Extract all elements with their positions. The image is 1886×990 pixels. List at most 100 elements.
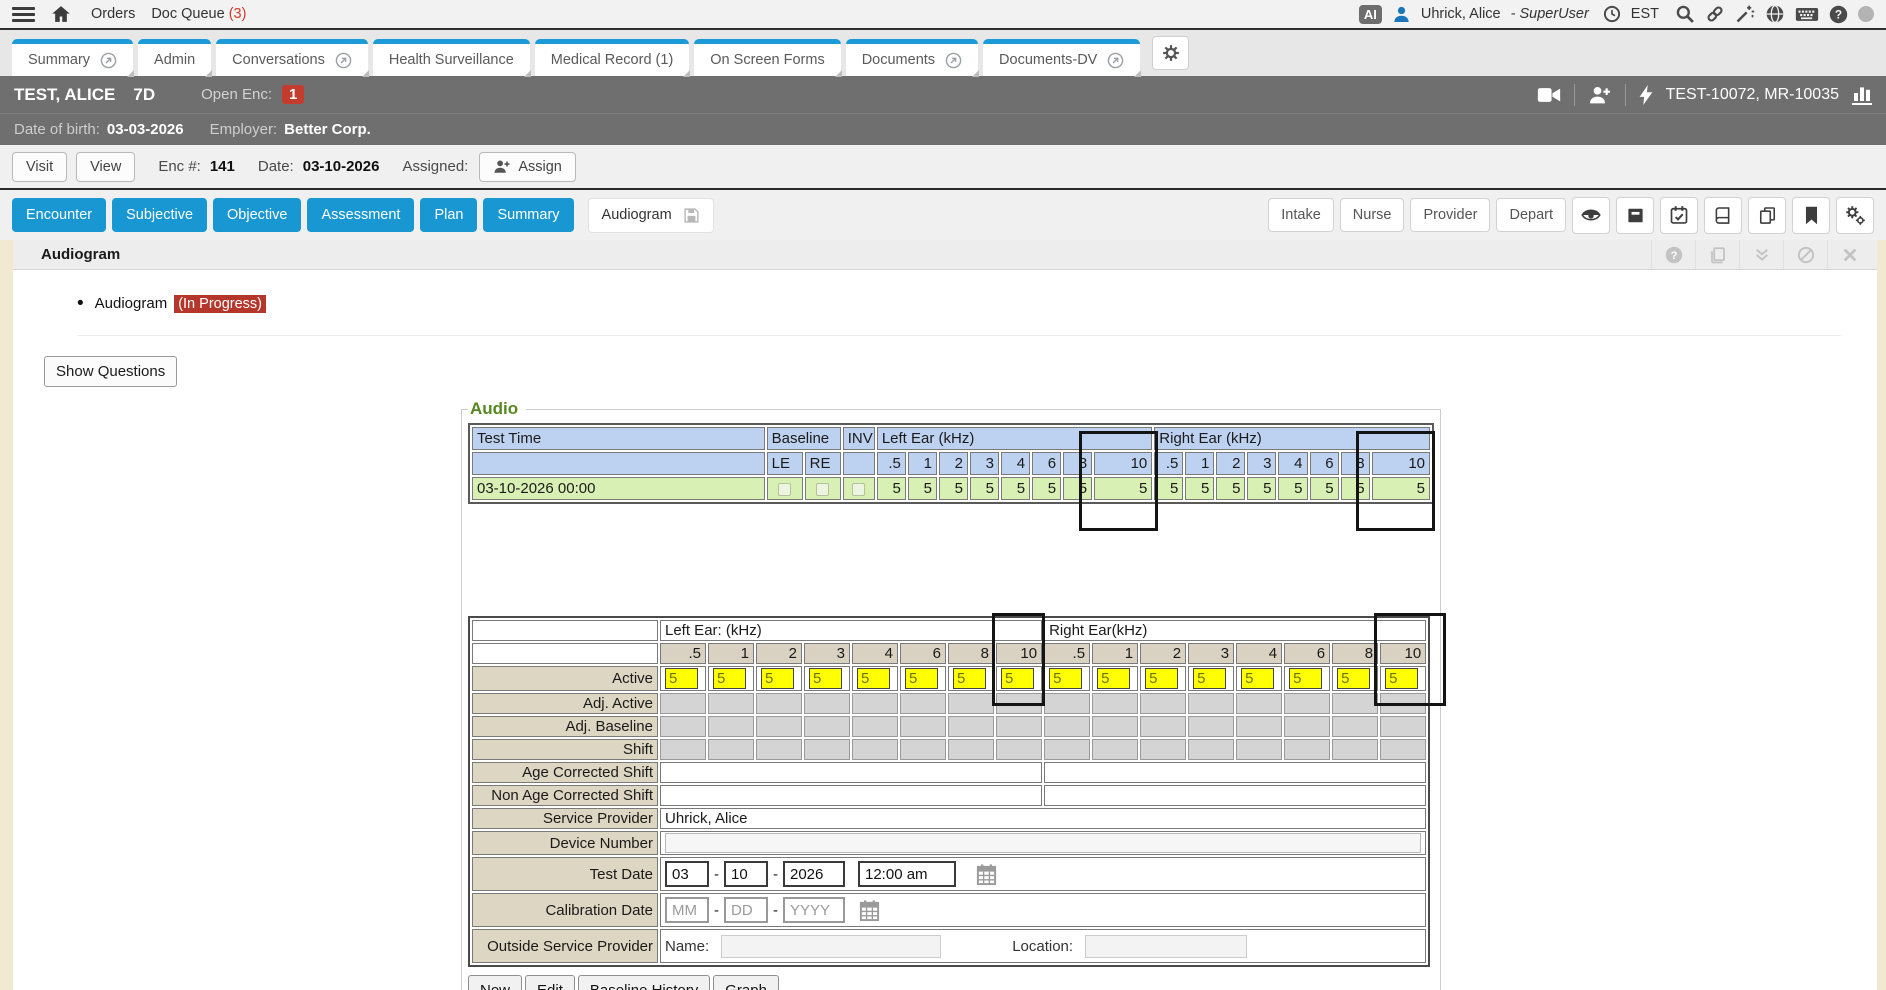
open-enc-count-badge[interactable]: 1 — [282, 85, 304, 104]
active-input-right-2[interactable]: 5 — [1145, 668, 1178, 689]
encounter-button[interactable]: Encounter — [12, 198, 106, 232]
archive-box-icon[interactable] — [1616, 197, 1654, 234]
tab-medical-record[interactable]: Medical Record (1) — [535, 39, 690, 76]
audiogram-result-row[interactable]: 03-10-2026 00:00 5555555555555555 — [472, 477, 1430, 500]
active-input-left-4[interactable]: 5 — [857, 668, 890, 689]
tab-admin[interactable]: Admin — [138, 39, 211, 76]
popout-icon[interactable] — [100, 52, 117, 69]
add-person-icon[interactable] — [1588, 85, 1612, 105]
baseline-re-checkbox[interactable] — [816, 483, 829, 496]
copy-pages-icon[interactable] — [1748, 197, 1786, 234]
calendar-icon[interactable] — [858, 899, 881, 922]
assessment-button[interactable]: Assessment — [307, 198, 414, 232]
panel-collapse-icon[interactable] — [1739, 240, 1783, 269]
panel-disable-icon[interactable] — [1783, 240, 1827, 269]
help-icon[interactable]: ? — [1829, 5, 1848, 24]
active-input-left-1[interactable]: 5 — [713, 668, 746, 689]
tab-documents-dv[interactable]: Documents-DV — [983, 39, 1140, 76]
home-icon[interactable] — [51, 4, 71, 24]
intake-button[interactable]: Intake — [1268, 198, 1334, 232]
active-input-right-8[interactable]: 5 — [1337, 668, 1370, 689]
gears-icon[interactable] — [1836, 197, 1874, 234]
test-date-year-input[interactable] — [783, 861, 845, 887]
objective-button[interactable]: Objective — [213, 198, 301, 232]
nurse-button[interactable]: Nurse — [1340, 198, 1405, 232]
user-name[interactable]: Uhrick, Alice — [1421, 6, 1501, 22]
assign-button[interactable]: Assign — [479, 152, 576, 182]
popout-icon[interactable] — [335, 52, 352, 69]
active-input-left-.5[interactable]: 5 — [665, 668, 698, 689]
wand-icon[interactable] — [1735, 4, 1755, 24]
calendar-icon[interactable] — [975, 863, 998, 886]
bar-chart-icon[interactable] — [1852, 85, 1872, 105]
link-icon[interactable] — [1705, 4, 1725, 24]
outside-name-input[interactable] — [721, 935, 941, 958]
active-input-right-.5[interactable]: 5 — [1049, 668, 1082, 689]
edit-button[interactable]: Edit — [525, 975, 575, 990]
plan-button[interactable]: Plan — [420, 198, 477, 232]
save-icon[interactable] — [683, 207, 700, 224]
tab-summary[interactable]: Summary — [12, 39, 133, 76]
active-input-left-3[interactable]: 5 — [809, 668, 842, 689]
orders-menu-item[interactable]: Orders — [91, 6, 135, 22]
panel-close-icon[interactable] — [1827, 240, 1871, 269]
panel-book-icon[interactable] — [1695, 240, 1739, 269]
audiogram-doc-tab[interactable]: Audiogram — [588, 198, 714, 233]
active-input-right-3[interactable]: 5 — [1193, 668, 1226, 689]
graph-button[interactable]: Graph — [713, 975, 779, 990]
svg-text:?: ? — [1670, 249, 1677, 261]
subjective-button[interactable]: Subjective — [112, 198, 207, 232]
globe-icon[interactable] — [1765, 4, 1785, 24]
active-input-right-10[interactable]: 5 — [1385, 668, 1418, 689]
show-questions-button[interactable]: Show Questions — [44, 356, 177, 387]
calibration-month-input[interactable] — [665, 897, 709, 923]
test-date-day-input[interactable] — [724, 861, 768, 887]
lightning-icon[interactable] — [1639, 85, 1653, 105]
test-date-month-input[interactable] — [665, 861, 709, 887]
popout-icon[interactable] — [1107, 52, 1124, 69]
active-input-left-6[interactable]: 5 — [905, 668, 938, 689]
hamburger-menu-icon[interactable] — [12, 7, 35, 22]
active-input-left-2[interactable]: 5 — [761, 668, 794, 689]
bookmark-icon[interactable] — [1792, 197, 1830, 234]
depart-button[interactable]: Depart — [1496, 198, 1566, 232]
list-item[interactable]: • Audiogram (In Progress) — [77, 294, 1841, 313]
provider-button[interactable]: Provider — [1410, 198, 1490, 232]
active-input-left-10[interactable]: 5 — [1001, 668, 1034, 689]
age-corrected-shift-row: Age Corrected Shift — [472, 762, 1426, 783]
active-input-right-4[interactable]: 5 — [1241, 668, 1274, 689]
baseline-history-button[interactable]: Baseline History — [578, 975, 710, 990]
popout-icon[interactable] — [945, 52, 962, 69]
eye-icon[interactable] — [1572, 197, 1610, 234]
tab-health-surveillance[interactable]: Health Surveillance — [373, 39, 530, 76]
book-icon[interactable] — [1704, 197, 1742, 234]
view-button[interactable]: View — [76, 152, 135, 182]
search-icon[interactable] — [1675, 4, 1695, 24]
panel-help-icon[interactable]: ? — [1651, 240, 1695, 269]
calibration-year-input[interactable] — [783, 897, 845, 923]
active-input-right-6[interactable]: 5 — [1289, 668, 1322, 689]
active-input-left-8[interactable]: 5 — [953, 668, 986, 689]
summary-button[interactable]: Summary — [483, 198, 573, 232]
outside-location-input[interactable] — [1085, 935, 1247, 958]
document-link[interactable]: Audiogram — [95, 295, 168, 312]
visit-button[interactable]: Visit — [12, 152, 67, 182]
calendar-check-icon[interactable] — [1660, 197, 1698, 234]
new-button[interactable]: New — [468, 975, 522, 990]
baseline-le-checkbox[interactable] — [778, 483, 791, 496]
keyboard-icon[interactable] — [1795, 5, 1819, 23]
device-number-input[interactable] — [665, 833, 1421, 853]
presence-status-icon[interactable] — [1858, 6, 1874, 22]
test-time-cell[interactable]: 03-10-2026 00:00 — [472, 477, 765, 500]
active-input-right-1[interactable]: 5 — [1097, 668, 1130, 689]
tab-on-screen-forms[interactable]: On Screen Forms — [694, 39, 840, 76]
inv-checkbox[interactable] — [852, 483, 865, 496]
tab-settings-gear-icon[interactable] — [1152, 36, 1189, 70]
test-time-input[interactable] — [858, 861, 956, 887]
calibration-day-input[interactable] — [724, 897, 768, 923]
tab-conversations[interactable]: Conversations — [216, 39, 368, 76]
video-camera-icon[interactable] — [1537, 86, 1561, 104]
doc-queue-menu-item[interactable]: Doc Queue (3) — [151, 6, 246, 22]
ai-badge[interactable]: AI — [1359, 5, 1382, 24]
tab-documents[interactable]: Documents — [846, 39, 978, 76]
